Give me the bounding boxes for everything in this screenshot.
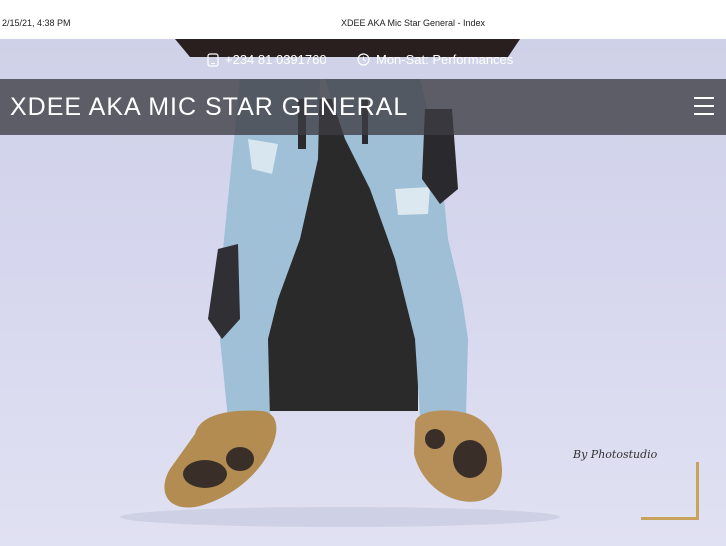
opening-hours: Mon-Sat: Performances <box>357 52 513 67</box>
hero-section: +234 81 0391760 Mon-Sat: Performances XD… <box>0 39 726 546</box>
print-timestamp: 2/15/21, 4:38 PM <box>2 18 71 28</box>
photographer-watermark: By Photostudio <box>573 448 658 461</box>
corner-accent <box>641 462 699 520</box>
phone-number: +234 81 0391760 <box>225 52 327 67</box>
phone-icon <box>207 52 219 67</box>
hamburger-menu-icon[interactable] <box>694 97 714 115</box>
site-brand[interactable]: XDEE AKA MIC STAR GENERAL <box>10 93 408 122</box>
main-navbar: XDEE AKA MIC STAR GENERAL <box>0 79 726 135</box>
contact-topbar: +234 81 0391760 Mon-Sat: Performances <box>0 39 726 79</box>
clock-icon <box>357 53 370 66</box>
print-page-title: XDEE AKA Mic Star General - Index <box>341 18 486 28</box>
phone-contact[interactable]: +234 81 0391760 <box>207 52 327 67</box>
hours-text: Mon-Sat: Performances <box>376 52 514 67</box>
print-header: 2/15/21, 4:38 PM XDEE AKA Mic Star Gener… <box>0 0 726 36</box>
